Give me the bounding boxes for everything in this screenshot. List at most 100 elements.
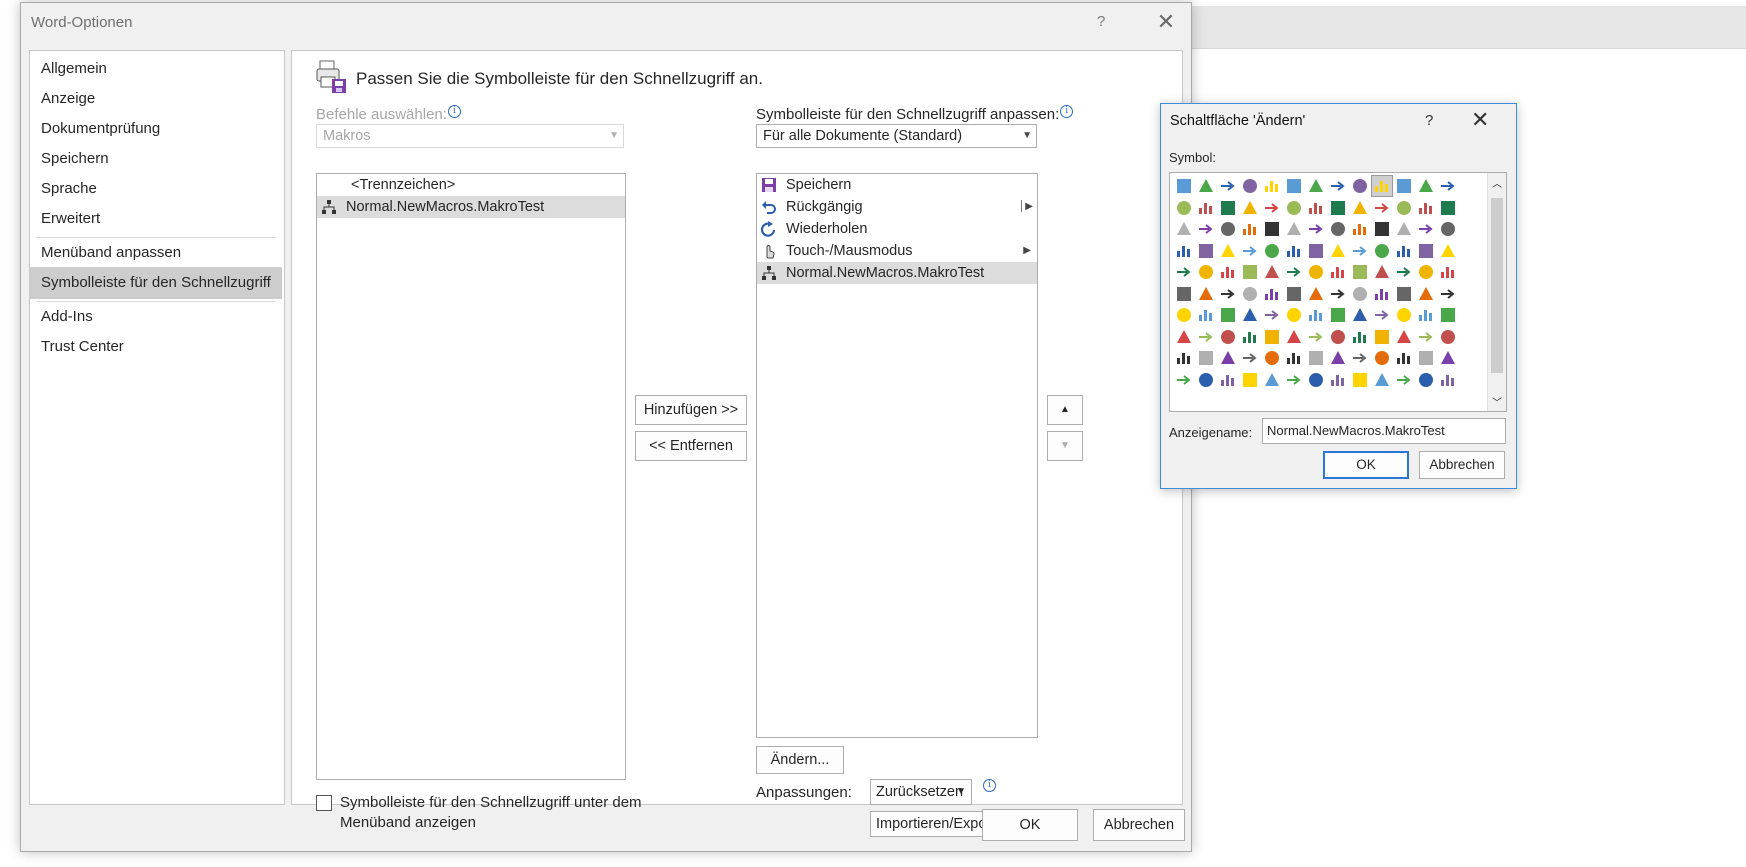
symbol-cell[interactable] [1394, 219, 1414, 239]
symbol-cell[interactable] [1218, 176, 1238, 196]
symbol-cell[interactable] [1262, 348, 1282, 368]
symbol-cell[interactable] [1394, 305, 1414, 325]
close-icon[interactable]: ✕ [1471, 107, 1489, 133]
symbol-cell[interactable] [1350, 305, 1370, 325]
symbol-cell[interactable] [1328, 327, 1348, 347]
symbol-cell[interactable] [1218, 241, 1238, 261]
symbol-cell[interactable] [1174, 305, 1194, 325]
symbol-cell[interactable] [1174, 241, 1194, 261]
symbol-cell[interactable] [1240, 327, 1260, 347]
symbol-cell[interactable] [1328, 284, 1348, 304]
symbol-cell[interactable] [1284, 284, 1304, 304]
symbol-cell[interactable] [1438, 198, 1458, 218]
nav-item-schnellzugriff[interactable]: Symbolleiste für den Schnellzugriff [30, 267, 282, 299]
list-item[interactable]: Rückgängig │▶ [757, 196, 1037, 218]
symbol-cell[interactable] [1306, 348, 1326, 368]
symbol-cell[interactable] [1262, 198, 1282, 218]
symbol-cell[interactable] [1174, 370, 1194, 390]
symbol-cell[interactable] [1174, 176, 1194, 196]
symbol-cell[interactable] [1372, 262, 1392, 282]
nav-item-anzeige[interactable]: Anzeige [30, 83, 282, 115]
symbol-cell[interactable] [1240, 348, 1260, 368]
symbol-cell[interactable] [1438, 370, 1458, 390]
symbol-cell[interactable] [1306, 262, 1326, 282]
symbol-cell[interactable] [1306, 198, 1326, 218]
symbol-cell[interactable] [1240, 305, 1260, 325]
nav-item-add-ins[interactable]: Add-Ins [30, 301, 282, 333]
symbol-cell[interactable] [1416, 370, 1436, 390]
symbol-cell[interactable] [1350, 327, 1370, 347]
symbol-cell[interactable] [1218, 370, 1238, 390]
symbol-cell[interactable] [1196, 219, 1216, 239]
symbol-cell[interactable] [1196, 370, 1216, 390]
symbol-cell[interactable] [1196, 262, 1216, 282]
symbol-cell[interactable] [1328, 176, 1348, 196]
symbol-cell[interactable] [1262, 241, 1282, 261]
modify-button[interactable]: Ändern... [756, 746, 844, 774]
symbol-cell[interactable] [1328, 198, 1348, 218]
symbol-cell[interactable] [1438, 176, 1458, 196]
symbol-cell[interactable] [1284, 348, 1304, 368]
symbol-cell[interactable] [1394, 284, 1414, 304]
symbol-cell[interactable] [1240, 262, 1260, 282]
symbol-cell[interactable] [1438, 284, 1458, 304]
symbol-cell[interactable] [1372, 348, 1392, 368]
symbol-cell[interactable] [1394, 198, 1414, 218]
symbol-cell[interactable] [1240, 241, 1260, 261]
symbol-cell[interactable] [1306, 284, 1326, 304]
symbol-cell[interactable] [1196, 327, 1216, 347]
remove-button[interactable]: << Entfernen [635, 431, 747, 461]
symbol-cell[interactable] [1240, 176, 1260, 196]
symbol-cell[interactable] [1196, 284, 1216, 304]
help-button[interactable]: ? [1097, 13, 1105, 30]
symbol-cell[interactable] [1350, 370, 1370, 390]
symbol-cell[interactable] [1328, 219, 1348, 239]
symbol-cell[interactable] [1262, 370, 1282, 390]
add-button[interactable]: Hinzufügen >> [635, 395, 747, 425]
symbol-cell[interactable] [1174, 348, 1194, 368]
cancel-button[interactable]: Abbrechen [1419, 451, 1505, 479]
symbol-cell[interactable] [1394, 176, 1414, 196]
symbol-cell[interactable] [1372, 370, 1392, 390]
symbol-cell[interactable] [1262, 176, 1282, 196]
symbol-cell[interactable] [1350, 262, 1370, 282]
symbol-cell[interactable] [1438, 262, 1458, 282]
move-up-button[interactable]: ▲ [1047, 395, 1083, 425]
symbol-cell[interactable] [1174, 262, 1194, 282]
symbol-cell[interactable] [1218, 198, 1238, 218]
symbol-cell[interactable] [1372, 327, 1392, 347]
symbol-cell[interactable] [1350, 176, 1370, 196]
symbol-cell[interactable] [1196, 348, 1216, 368]
symbol-cell[interactable] [1306, 327, 1326, 347]
symbol-cell[interactable] [1328, 305, 1348, 325]
qat-list[interactable]: Speichern Rückgängig │▶ Wiederholen Touc… [756, 173, 1038, 738]
symbol-cell[interactable] [1262, 262, 1282, 282]
symbol-cell[interactable] [1350, 198, 1370, 218]
symbol-cell[interactable] [1240, 370, 1260, 390]
ok-button[interactable]: OK [1323, 451, 1409, 479]
symbol-cell[interactable] [1262, 284, 1282, 304]
symbol-cell[interactable] [1416, 348, 1436, 368]
symbol-cell[interactable] [1218, 219, 1238, 239]
show-below-ribbon-checkbox[interactable] [316, 795, 332, 811]
symbol-cell[interactable] [1284, 198, 1304, 218]
symbol-cell[interactable] [1240, 198, 1260, 218]
symbol-cell[interactable] [1394, 241, 1414, 261]
list-item[interactable]: Speichern [757, 174, 1037, 196]
symbol-cell[interactable] [1394, 370, 1414, 390]
symbol-cell[interactable] [1306, 305, 1326, 325]
symbol-cell[interactable] [1372, 219, 1392, 239]
choose-commands-dropdown[interactable]: Makros ▼ [316, 124, 624, 148]
symbol-cell[interactable] [1284, 176, 1304, 196]
symbol-cell[interactable] [1416, 284, 1436, 304]
symbol-cell[interactable] [1416, 305, 1436, 325]
display-name-input[interactable]: Normal.NewMacros.MakroTest [1262, 418, 1506, 444]
symbol-cell[interactable] [1196, 241, 1216, 261]
symbol-cell[interactable] [1174, 219, 1194, 239]
symbol-cell[interactable] [1416, 198, 1436, 218]
symbol-cell[interactable] [1218, 262, 1238, 282]
symbol-cell[interactable] [1438, 348, 1458, 368]
symbol-cell[interactable] [1416, 219, 1436, 239]
list-item[interactable]: <Trennzeichen> [317, 174, 625, 196]
symbol-cell[interactable] [1416, 176, 1436, 196]
